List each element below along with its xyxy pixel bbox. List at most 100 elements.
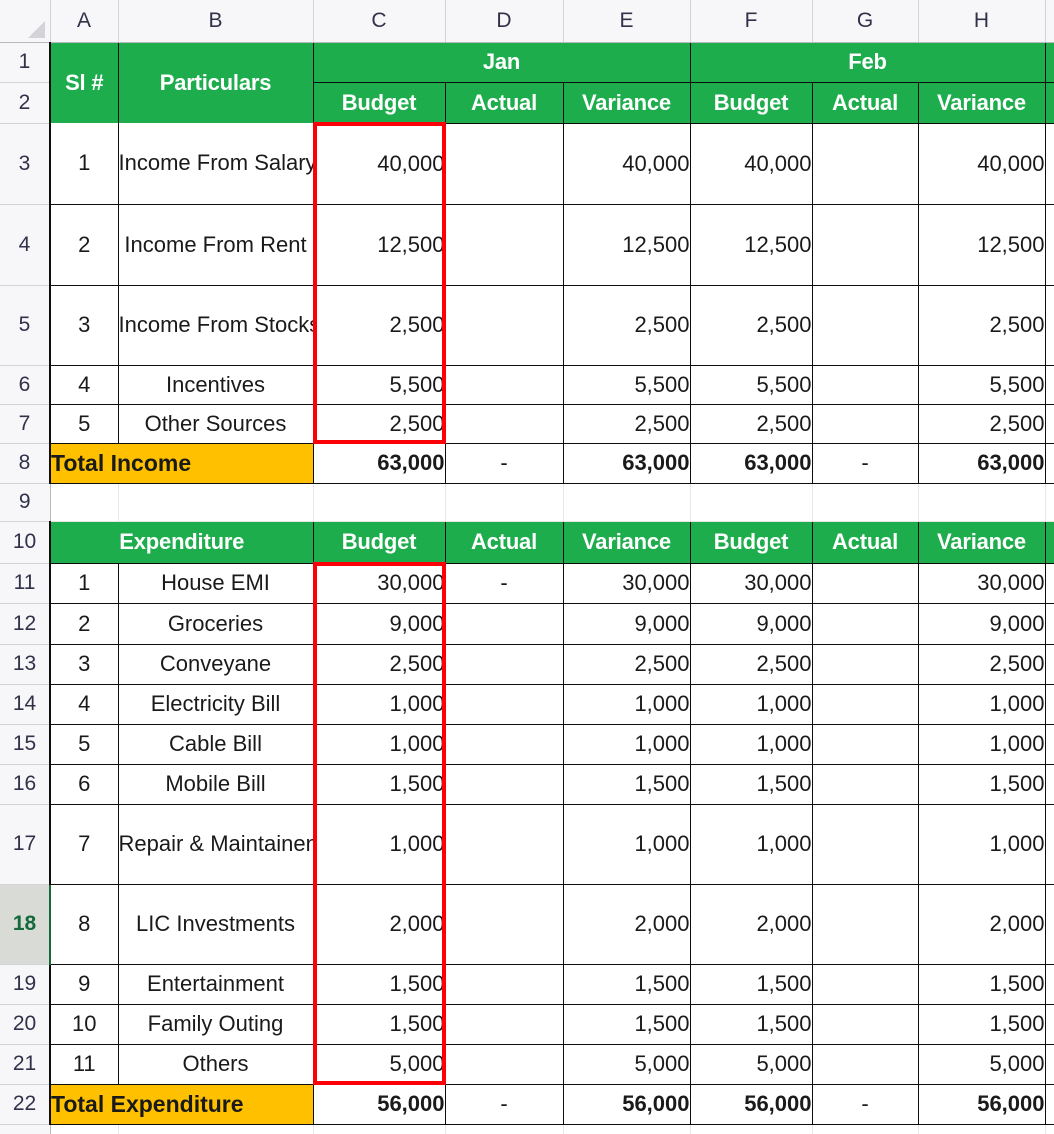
cell-a17-sl[interactable]: 7 [50, 804, 118, 884]
cell-b15-particulars[interactable]: Cable Bill [118, 724, 313, 764]
cell-b6-particulars[interactable]: Incentives [118, 365, 313, 404]
cell-e13-jan-variance[interactable]: 2,500 [563, 644, 690, 684]
cell-b16-particulars[interactable]: Mobile Bill [118, 764, 313, 804]
row-header-16[interactable]: 16 [0, 764, 50, 804]
row-header-8[interactable]: 8 [0, 443, 50, 483]
cell-g13-feb-actual[interactable] [812, 644, 918, 684]
cell-e7-jan-variance[interactable]: 2,500 [563, 404, 690, 443]
cell-d3-jan-actual[interactable] [445, 123, 563, 204]
cell-g15-feb-actual[interactable] [812, 724, 918, 764]
cell-e22-jan-variance-total[interactable]: 56,000 [563, 1084, 690, 1124]
cell-f20-feb-budget[interactable]: 1,500 [690, 1004, 812, 1044]
cell-d16-jan-actual[interactable] [445, 764, 563, 804]
cell-c10-jan-budget-header[interactable]: Budget [313, 521, 445, 563]
cell-e3-jan-variance[interactable]: 40,000 [563, 123, 690, 204]
cell-h4-feb-variance[interactable]: 12,500 [918, 204, 1045, 285]
cell-a22-total-expenditure-label[interactable]: Total Expenditure [50, 1084, 313, 1124]
cell-g12-feb-actual[interactable] [812, 603, 918, 644]
cell-a14-sl[interactable]: 4 [50, 684, 118, 724]
cell-i12-partial[interactable] [1045, 603, 1054, 644]
cell-f5-feb-budget[interactable]: 2,500 [690, 285, 812, 365]
row-header-21[interactable]: 21 [0, 1044, 50, 1084]
cell-d14-jan-actual[interactable] [445, 684, 563, 724]
cell-g8-feb-actual-total[interactable]: - [812, 443, 918, 483]
column-header-i-partial[interactable] [1045, 0, 1054, 42]
cell-b23-blank[interactable] [118, 1124, 313, 1134]
cell-a23-blank[interactable] [50, 1124, 118, 1134]
worksheet-grid[interactable]: A B C D E F G H 1 Sl # Particulars Jan F… [0, 0, 1054, 1134]
row-header-10[interactable]: 10 [0, 521, 50, 563]
cell-g6-feb-actual[interactable] [812, 365, 918, 404]
cell-e16-jan-variance[interactable]: 1,500 [563, 764, 690, 804]
cell-i7-partial[interactable] [1045, 404, 1054, 443]
row-header-5[interactable]: 5 [0, 285, 50, 365]
row-header-14[interactable]: 14 [0, 684, 50, 724]
cell-i15-partial[interactable] [1045, 724, 1054, 764]
cell-g22-feb-actual-total[interactable]: - [812, 1084, 918, 1124]
cell-h11-feb-variance[interactable]: 30,000 [918, 563, 1045, 603]
cell-d2-jan-actual-header[interactable]: Actual [445, 82, 563, 123]
cell-f15-feb-budget[interactable]: 1,000 [690, 724, 812, 764]
cell-a3-sl[interactable]: 1 [50, 123, 118, 204]
cell-c4-jan-budget[interactable]: 12,500 [313, 204, 445, 285]
row-header-18[interactable]: 18 [0, 884, 50, 964]
cell-c5-jan-budget[interactable]: 2,500 [313, 285, 445, 365]
cell-b19-particulars[interactable]: Entertainment [118, 964, 313, 1004]
cell-g18-feb-actual[interactable] [812, 884, 918, 964]
cell-f2-feb-budget-header[interactable]: Budget [690, 82, 812, 123]
cell-i6-partial[interactable] [1045, 365, 1054, 404]
cell-d4-jan-actual[interactable] [445, 204, 563, 285]
row-header-1[interactable]: 1 [0, 42, 50, 82]
cell-e18-jan-variance[interactable]: 2,000 [563, 884, 690, 964]
cell-e5-jan-variance[interactable]: 2,500 [563, 285, 690, 365]
cell-a11-sl[interactable]: 1 [50, 563, 118, 603]
cell-b17-particulars[interactable]: Repair & Maintainence [118, 804, 313, 884]
cell-f17-feb-budget[interactable]: 1,000 [690, 804, 812, 884]
row-header-20[interactable]: 20 [0, 1004, 50, 1044]
cell-a5-sl[interactable]: 3 [50, 285, 118, 365]
cell-d21-jan-actual[interactable] [445, 1044, 563, 1084]
cell-h3-feb-variance[interactable]: 40,000 [918, 123, 1045, 204]
cell-b3-particulars[interactable]: Income From Salary [118, 123, 313, 204]
cell-e12-jan-variance[interactable]: 9,000 [563, 603, 690, 644]
cell-a4-sl[interactable]: 2 [50, 204, 118, 285]
cell-f21-feb-budget[interactable]: 5,000 [690, 1044, 812, 1084]
cell-f9-blank[interactable] [690, 483, 812, 521]
cell-a15-sl[interactable]: 5 [50, 724, 118, 764]
cell-c20-jan-budget[interactable]: 1,500 [313, 1004, 445, 1044]
cell-c16-jan-budget[interactable]: 1,500 [313, 764, 445, 804]
column-header-a[interactable]: A [50, 0, 118, 42]
cell-f8-feb-budget-total[interactable]: 63,000 [690, 443, 812, 483]
cell-c11-jan-budget[interactable]: 30,000 [313, 563, 445, 603]
cell-d13-jan-actual[interactable] [445, 644, 563, 684]
cell-f7-feb-budget[interactable]: 2,500 [690, 404, 812, 443]
cell-i4-partial[interactable] [1045, 204, 1054, 285]
cell-h17-feb-variance[interactable]: 1,000 [918, 804, 1045, 884]
cell-a19-sl[interactable]: 9 [50, 964, 118, 1004]
cell-e6-jan-variance[interactable]: 5,500 [563, 365, 690, 404]
cell-f10-feb-budget-header[interactable]: Budget [690, 521, 812, 563]
cell-h7-feb-variance[interactable]: 2,500 [918, 404, 1045, 443]
cell-f16-feb-budget[interactable]: 1,500 [690, 764, 812, 804]
cell-a21-sl[interactable]: 11 [50, 1044, 118, 1084]
cell-b14-particulars[interactable]: Electricity Bill [118, 684, 313, 724]
cell-h12-feb-variance[interactable]: 9,000 [918, 603, 1045, 644]
cell-d22-jan-actual-total[interactable]: - [445, 1084, 563, 1124]
cell-d11-jan-actual[interactable]: - [445, 563, 563, 603]
cell-f22-feb-budget-total[interactable]: 56,000 [690, 1084, 812, 1124]
column-header-e[interactable]: E [563, 0, 690, 42]
cell-i13-partial[interactable] [1045, 644, 1054, 684]
cell-c6-jan-budget[interactable]: 5,500 [313, 365, 445, 404]
cell-h19-feb-variance[interactable]: 1,500 [918, 964, 1045, 1004]
row-header-23[interactable] [0, 1124, 50, 1134]
cell-g9-blank[interactable] [812, 483, 918, 521]
cell-i9-partial[interactable] [1045, 483, 1054, 521]
row-header-15[interactable]: 15 [0, 724, 50, 764]
cell-f18-feb-budget[interactable]: 2,000 [690, 884, 812, 964]
cell-h15-feb-variance[interactable]: 1,000 [918, 724, 1045, 764]
cell-h23-blank[interactable] [918, 1124, 1045, 1134]
cell-h13-feb-variance[interactable]: 2,500 [918, 644, 1045, 684]
cell-b18-particulars[interactable]: LIC Investments [118, 884, 313, 964]
cell-c13-jan-budget[interactable]: 2,500 [313, 644, 445, 684]
row-header-11[interactable]: 11 [0, 563, 50, 603]
